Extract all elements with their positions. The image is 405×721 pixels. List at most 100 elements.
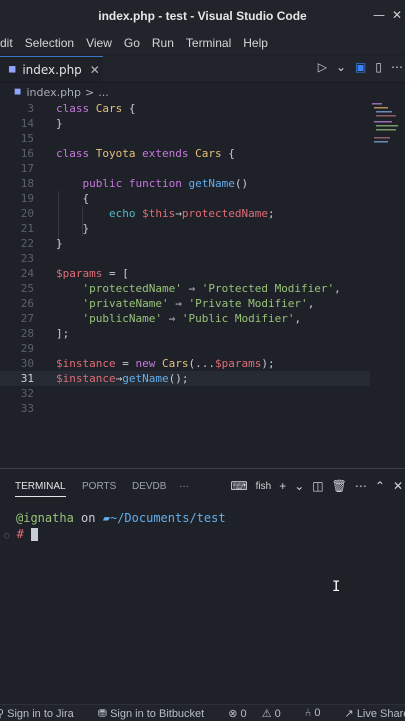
line-number: 23 [20,252,34,265]
code-line[interactable]: 19 { [0,191,370,206]
code-line[interactable]: 25 'protectedName' ⇒ 'Protected Modifier… [0,281,370,296]
panel-header: TERMINAL PORTS DEVDB ··· ⌨ fish + ⌄ ◫ 🗑 … [0,468,405,505]
line-number: 32 [20,387,34,400]
tab-terminal[interactable]: TERMINAL [15,481,66,497]
breadcrumb: ◼ index.php > ... [0,83,405,101]
code-line[interactable]: 27 'publicName' ⇒ 'Public Modifier', [0,311,370,326]
warning-count: 0 [274,707,281,720]
split-editor-icon[interactable]: ▯ [375,60,382,74]
code-line[interactable]: 16 class Toyota extends Cars { [0,146,370,161]
code-text: ]; [56,327,70,340]
code-text: $params = [ [56,267,129,280]
tab-devdb[interactable]: DEVDB [132,481,166,492]
menu-view[interactable]: View [86,36,112,50]
code-line[interactable]: 23 [0,251,370,266]
close-tab-icon[interactable]: ✕ [90,63,100,77]
run-icon[interactable]: ▷ [318,60,327,74]
title-bar: index.php - test - Visual Studio Code — … [0,0,405,32]
open-changes-icon[interactable]: ▣ [355,60,366,74]
chevron-up-icon[interactable]: ⌃ [375,479,385,493]
terminal-prompt-line: @ignatha on ▰~/Documents/test [16,511,226,525]
more-actions-icon[interactable]: ⋯ [391,60,403,74]
close-window-icon[interactable]: ✕ [392,8,402,22]
line-number: 20 [20,207,34,220]
line-number: 15 [20,132,34,145]
window-title: index.php - test - Visual Studio Code [98,9,307,23]
code-text: public function getName() [82,177,249,190]
code-line[interactable]: 14} [0,116,370,131]
folder-icon: ▰ [102,511,110,525]
code-line[interactable]: 17 [0,161,370,176]
tab-label: index.php [22,62,82,77]
code-line[interactable]: 18 public function getName() [0,176,370,191]
tab-index-php[interactable]: ◼ index.php ✕ [0,56,103,82]
code-text: echo $this→protectedName; [108,207,275,220]
breadcrumb-separator: > [85,85,95,99]
line-number: 31 [20,372,34,385]
code-text: 'protectedName' ⇒ 'Protected Modifier', [82,282,341,295]
status-jira[interactable]: ⚲ Sign in to Jira [0,707,86,720]
close-panel-icon[interactable]: ✕ [393,479,403,493]
menu-terminal[interactable]: Terminal [186,36,231,50]
minimize-icon[interactable]: — [373,8,385,22]
code-text: class Toyota extends Cars { [56,147,235,160]
status-bar: ⚲ Sign in to Jira ⛃ Sign in to Bitbucket… [0,704,405,721]
code-text: { [56,192,90,205]
code-line[interactable]: 15 [0,131,370,146]
trash-icon[interactable]: 🗑 [332,479,347,493]
code-line[interactable]: 30 $instance = new Cars(...$params); [0,356,370,371]
error-count: 0 [240,707,247,720]
menu-edit[interactable]: Edit [0,36,13,50]
code-text: $instance = new Cars(...$params); [56,357,275,370]
status-bitbucket[interactable]: ⛃ Sign in to Bitbucket [98,707,216,720]
code-text: 'privateName' ⇒ 'Private Modifier', [82,297,315,310]
status-bitbucket-label: Sign in to Bitbucket [110,707,205,720]
code-text: } [56,117,63,130]
status-liveshare[interactable]: ↗ Live Share [345,707,405,720]
terminal-shell-name[interactable]: fish [256,481,272,492]
code-line[interactable]: 20 echo $this→protectedName; [0,206,370,221]
terminal-cursor [31,528,39,541]
code-line[interactable]: 33 [0,401,370,416]
editor-tab-bar: ◼ index.php ✕ ▷ ⌄ ▣ ▯ ⋯ [0,56,405,83]
breadcrumb-more[interactable]: ... [98,86,109,99]
line-number: 21 [20,222,34,235]
terminal-prompt-symbol: # [16,527,24,541]
php-icon: ◼ [14,87,22,97]
status-jira-label: Sign in to Jira [7,707,74,720]
new-terminal-icon[interactable]: + [279,479,286,493]
code-line[interactable]: 22} [0,236,370,251]
code-line[interactable]: 21 } [0,221,370,236]
code-line[interactable]: 29 [0,341,370,356]
line-number: 26 [20,297,34,310]
terminal-output[interactable]: @ignatha on ▰~/Documents/test ○ # I [0,505,405,701]
status-ports[interactable]: ⑃ 0 [305,707,333,719]
chevron-down-icon[interactable]: ⌄ [336,60,346,74]
code-editor[interactable]: 3 class Cars {14} 15 16 class Toyota extends… [0,101,405,466]
code-line[interactable]: 32 [0,386,370,401]
code-line[interactable]: 3 class Cars { [0,101,370,116]
tab-ports[interactable]: PORTS [82,481,116,492]
line-number: 17 [20,162,34,175]
chevron-down-icon[interactable]: ⌄ [294,479,304,493]
line-number: 18 [20,177,34,190]
code-line[interactable]: 28]; [0,326,370,341]
code-line[interactable]: 24 $params = [ [0,266,370,281]
menu-help[interactable]: Help [243,36,268,50]
mouse-cursor-icon: I [332,579,341,595]
menu-go[interactable]: Go [124,36,140,50]
line-number: 25 [20,282,34,295]
more-actions-icon[interactable]: ⋯ [355,479,367,493]
terminal-input-line[interactable]: ○ # [4,527,39,541]
code-line[interactable]: 31 $instance→getName(); [0,371,370,386]
menu-run[interactable]: Run [152,36,174,50]
menu-selection[interactable]: Selection [25,36,74,50]
status-problems[interactable]: ⊗ 0 ⚠ 0 [228,707,293,720]
panel-more-icon[interactable]: ··· [179,481,189,492]
minimap[interactable] [370,101,402,161]
code-line[interactable]: 26 'privateName' ⇒ 'Private Modifier', [0,296,370,311]
terminal-on: on [81,511,96,525]
breadcrumb-file[interactable]: index.php [26,86,81,99]
split-terminal-icon[interactable]: ◫ [312,479,323,493]
line-number: 30 [20,357,34,370]
